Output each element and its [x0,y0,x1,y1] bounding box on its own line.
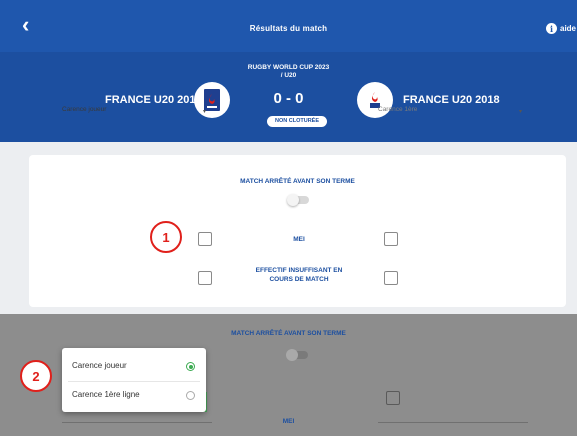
match-stopped-card: MATCH ARRÊTÉ AVANT SON TERME MEI EFFECTI… [29,155,566,307]
help-button[interactable]: i aide [546,23,576,34]
match-stopped-toggle[interactable] [287,194,309,206]
match-stopped-title: MATCH ARRÊTÉ AVANT SON TERME [240,178,355,185]
insufficient-home-checkbox[interactable] [198,271,212,285]
dropdown-option-carence-joueur[interactable]: Carence joueur [62,354,206,378]
mei-away-checkbox[interactable] [384,232,398,246]
home-reason-select[interactable]: Carence joueur ▾ [62,106,212,120]
home-reason-underline [62,422,212,423]
mei-home-checkbox[interactable] [198,232,212,246]
info-icon: i [546,23,557,34]
away-team-name: FRANCE U20 2018 [403,94,500,106]
page-title: Résultats du match [249,24,328,33]
away-reason-select[interactable]: Carence 1ère ▾ [378,106,528,120]
competition-category: / U20 [280,72,297,79]
lower-match-stopped-toggle[interactable] [286,349,308,361]
competition-name: RUGBY WORLD CUP 2023 / U20 [0,64,577,80]
reason-dropdown-menu: Carence joueur Carence 1ère ligne [62,348,206,412]
dropdown-divider [68,381,200,382]
home-reason-value: Carence joueur [62,106,107,113]
annotation-marker-2: 2 [20,360,52,392]
competition-title: RUGBY WORLD CUP 2023 [247,64,330,71]
insufficient-label: EFFECTIF INSUFFISANT EN COURS DE MATCH [229,266,369,284]
chevron-down-icon: ▾ [202,109,206,115]
lower-mei-away-checkbox[interactable] [386,391,400,405]
mei-label: MEI [293,236,305,243]
annotation-marker-1: 1 [150,221,182,253]
match-header: RUGBY WORLD CUP 2023 / U20 FRANCE U20 20… [0,52,577,142]
radio-unselected-icon[interactable] [186,391,195,400]
dropdown-option-label: Carence 1ère ligne [72,390,140,399]
match-status-badge: NON CLOTURÉE [267,116,327,127]
radio-selected-icon[interactable] [186,362,195,371]
insufficient-label-line2: COURS DE MATCH [269,276,329,283]
away-reason-value: Carence 1ère [378,106,418,113]
help-label: aide [560,24,577,33]
chevron-down-icon: ▾ [518,109,522,115]
top-bar: ‹ Résultats du match i aide [0,0,577,52]
lower-match-stopped-title: MATCH ARRÊTÉ AVANT SON TERME [231,330,346,337]
insufficient-away-checkbox[interactable] [384,271,398,285]
away-reason-underline [378,422,528,423]
dropdown-option-label: Carence joueur [72,361,127,370]
insufficient-label-line1: EFFECTIF INSUFFISANT EN [255,267,343,274]
dropdown-option-carence-premiere-ligne[interactable]: Carence 1ère ligne [62,383,206,407]
